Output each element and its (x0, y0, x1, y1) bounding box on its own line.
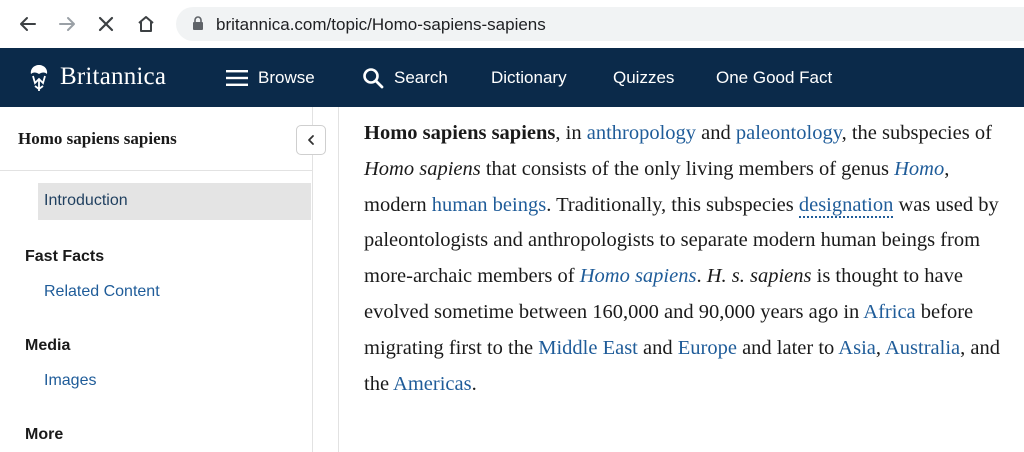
link-asia[interactable]: Asia (838, 337, 876, 359)
nav-quizzes[interactable]: Quizzes (613, 48, 674, 107)
link-middle-east[interactable]: Middle East (538, 337, 638, 359)
browse-button[interactable]: Browse (226, 48, 315, 107)
italic-h-s-sapiens: H. s. sapiens (706, 265, 812, 288)
sidebar-divider (0, 170, 312, 171)
back-arrow-icon (20, 17, 36, 31)
chevron-left-icon (308, 135, 314, 145)
address-bar[interactable]: britannica.com/topic/Homo-sapiens-sapien… (176, 7, 1024, 41)
sidebar-section-more[interactable]: More (25, 426, 63, 444)
sidebar-item-introduction[interactable]: Introduction (38, 183, 311, 220)
browser-toolbar: britannica.com/topic/Homo-sapiens-sapien… (0, 0, 1024, 48)
text-run: , the subspecies of (841, 122, 992, 144)
nav-dictionary[interactable]: Dictionary (491, 48, 567, 107)
close-icon (98, 16, 114, 32)
text-run: . (471, 372, 477, 395)
stop-button[interactable] (90, 8, 122, 40)
britannica-logo[interactable]: Britannica (24, 60, 166, 94)
nav-one-good-fact[interactable]: One Good Fact (716, 48, 832, 107)
quizzes-label: Quizzes (613, 67, 675, 87)
article-body: Homo sapiens sapiens, in anthropology an… (338, 107, 1024, 452)
text-run: and (696, 122, 736, 144)
site-header: Britannica Browse Search Dictionary Quiz… (0, 48, 1024, 107)
thistle-logo-icon (30, 65, 48, 91)
link-africa[interactable]: Africa (863, 301, 915, 323)
text-run: that consists of the only living members… (480, 157, 895, 180)
link-homo-sapiens[interactable]: Homo sapiens (580, 265, 697, 287)
text-run: and later to (736, 336, 839, 359)
sidebar-section-media: Media (25, 337, 71, 354)
link-designation[interactable]: designation (798, 193, 894, 218)
article-paragraph: Homo sapiens sapiens, in anthropology an… (364, 116, 1004, 402)
text-run: and (637, 336, 678, 359)
browse-label: Browse (258, 67, 315, 87)
article-sidebar: Homo sapiens sapiens Introduction Fast F… (0, 107, 313, 452)
link-paleontology[interactable]: paleontology (736, 122, 842, 144)
link-americas[interactable]: Americas (393, 373, 472, 395)
italic-homo-sapiens: Homo sapiens (364, 157, 481, 180)
search-icon (363, 67, 384, 88)
forward-button[interactable] (51, 8, 83, 40)
text-run: , (875, 336, 885, 359)
hamburger-menu-icon (226, 69, 248, 86)
text-run: . Traditionally, this subspecies (546, 193, 799, 216)
home-icon (138, 16, 154, 32)
collapse-sidebar-button[interactable] (296, 125, 326, 155)
search-label: Search (394, 67, 448, 87)
search-button[interactable]: Search (362, 48, 448, 107)
article-term: Homo sapiens sapiens (364, 122, 556, 144)
text-run: . (696, 265, 707, 288)
sidebar-item-label: Introduction (44, 192, 128, 209)
logo-text: Britannica (60, 63, 167, 90)
sidebar-section-fast-facts: Fast Facts (25, 248, 105, 265)
sidebar-item-related-content[interactable]: Related Content (44, 283, 160, 301)
url-text: britannica.com/topic/Homo-sapiens-sapien… (216, 15, 546, 34)
back-button[interactable] (12, 8, 44, 40)
link-anthropology[interactable]: anthropology (587, 122, 696, 144)
sidebar-title: Homo sapiens sapiens (18, 129, 177, 148)
link-human-beings[interactable]: human beings (432, 194, 546, 216)
dictionary-label: Dictionary (491, 67, 567, 87)
lock-icon (193, 16, 203, 30)
forward-arrow-icon (59, 17, 75, 31)
sidebar-item-images[interactable]: Images (44, 372, 96, 390)
text-run: , in (555, 122, 587, 144)
link-homo[interactable]: Homo (894, 158, 944, 180)
link-europe[interactable]: Europe (678, 337, 737, 359)
link-australia[interactable]: Australia (885, 337, 960, 359)
home-button[interactable] (130, 8, 162, 40)
one-good-fact-label: One Good Fact (716, 67, 833, 87)
